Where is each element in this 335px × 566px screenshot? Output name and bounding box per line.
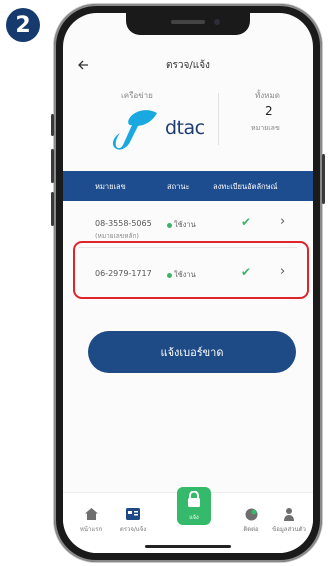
- column-header-identity: ลงทะเบียนอัตลักษณ์: [213, 182, 278, 191]
- total-count: 2: [265, 104, 273, 118]
- column-header-status: สถานะ: [167, 182, 190, 191]
- chevron-right-icon[interactable]: ›: [280, 214, 285, 229]
- lock-icon: [177, 490, 211, 514]
- bottom-navigation: หน้าแรก ตรวจ/แจ้ง แจ้ง ติดต่อ ข้อมูลส่วน…: [63, 487, 313, 553]
- nav-profile[interactable]: ข้อมูลส่วนตัว: [269, 507, 309, 534]
- network-label: เครือข่าย: [121, 91, 153, 100]
- network-summary: เครือข่าย dtac ทั้งหมด 2 หมายเลข: [63, 89, 313, 151]
- dtac-logo-icon: [112, 110, 157, 150]
- status-dot-icon: [167, 222, 172, 228]
- sim-list-icon: [113, 507, 153, 521]
- column-header-number: หมายเลข: [95, 182, 126, 191]
- back-arrow-icon[interactable]: [77, 53, 97, 77]
- nav-contact[interactable]: ติดต่อ: [231, 507, 271, 534]
- total-unit: หมายเลข: [251, 124, 280, 132]
- check-icon: ✔: [241, 215, 252, 229]
- number-note: (หมายเลขหลัก): [95, 232, 139, 240]
- status-badge: ใช้งาน: [167, 219, 196, 231]
- total-label: ทั้งหมด: [255, 91, 280, 100]
- nav-home[interactable]: หน้าแรก: [71, 507, 111, 534]
- user-icon: [269, 507, 309, 521]
- nav-check-report[interactable]: ตรวจ/แจ้ง: [113, 507, 153, 534]
- home-indicator: [145, 545, 231, 548]
- phone-notch: [126, 13, 250, 35]
- phone-chat-icon: [231, 507, 271, 521]
- page-title: ตรวจ/แจ้ง: [166, 59, 210, 71]
- dtac-logo: dtac: [103, 107, 213, 150]
- top-bar: ตรวจ/แจ้ง: [63, 53, 313, 77]
- phone-frame: ตรวจ/แจ้ง เครือข่าย dtac ทั้งหมด 2 หมายเ…: [51, 4, 325, 562]
- table-header: หมายเลข สถานะ ลงทะเบียนอัตลักษณ์: [63, 171, 313, 201]
- table-row[interactable]: 08-3558-5065 (หมายเลขหลัก) ใช้งาน ✔ ›: [63, 211, 313, 245]
- step-number-badge: 2: [6, 8, 40, 42]
- phone-number: 08-3558-5065: [95, 219, 152, 228]
- report-missing-number-button[interactable]: แจ้งเบอร์ขาด: [88, 331, 296, 373]
- home-icon: [71, 507, 111, 521]
- operator-name: dtac: [165, 117, 205, 139]
- app-screen: ตรวจ/แจ้ง เครือข่าย dtac ทั้งหมด 2 หมายเ…: [63, 13, 313, 553]
- nav-center-lock[interactable]: แจ้ง: [177, 487, 211, 525]
- highlight-box: [73, 241, 309, 299]
